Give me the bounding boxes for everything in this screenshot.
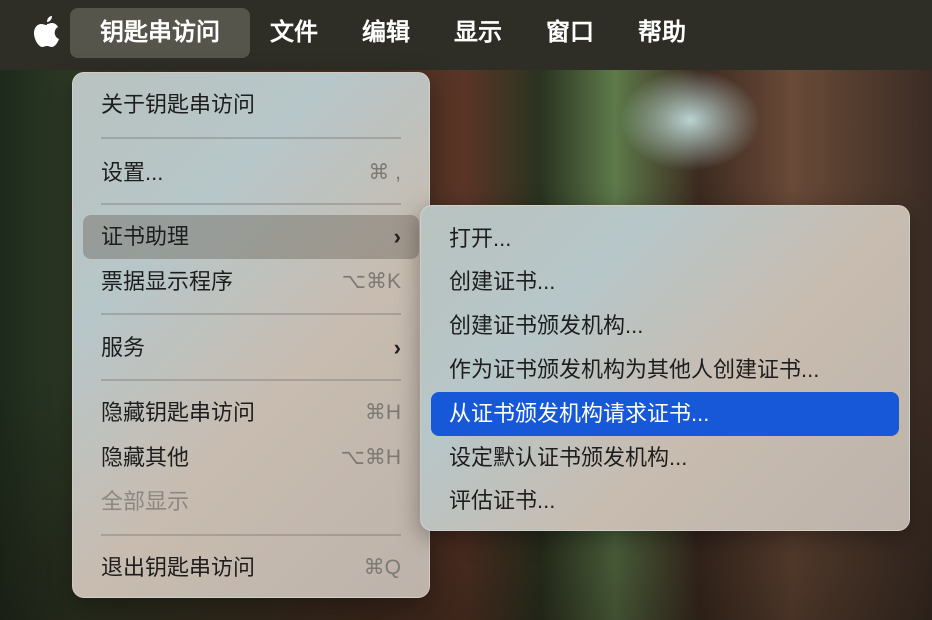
certificate-assistant-submenu: 打开... 创建证书... 创建证书颁发机构... 作为证书颁发机构为其他人创建… xyxy=(420,205,910,531)
submenu-item-evaluate[interactable]: 评估证书... xyxy=(431,479,899,523)
shortcut: ⌥⌘K xyxy=(341,270,401,293)
label: 退出钥匙串访问 xyxy=(101,555,256,580)
chevron-right-icon: › xyxy=(393,224,401,249)
menu-help[interactable]: 帮助 xyxy=(608,8,716,58)
submenu-item-request-from-ca[interactable]: 从证书颁发机构请求证书... xyxy=(431,392,899,436)
menu-bar: 钥匙串访问 文件 编辑 显示 窗口 帮助 xyxy=(0,0,932,70)
submenu-item-open[interactable]: 打开... xyxy=(431,217,899,261)
shortcut: ⌘ , xyxy=(368,161,401,184)
menu-item-services[interactable]: 服务 › xyxy=(83,326,419,370)
app-menu: 关于钥匙串访问 设置... ⌘ , 证书助理 › 票据显示程序 ⌥⌘K 服务 › 隐藏钥… xyxy=(72,72,430,598)
menu-item-show-all: 全部显示 xyxy=(83,480,419,524)
menu-item-settings[interactable]: 设置... ⌘ , xyxy=(83,151,419,195)
shortcut: ⌘Q xyxy=(363,556,401,579)
separator xyxy=(101,313,401,315)
submenu-item-create-ca[interactable]: 创建证书颁发机构... xyxy=(431,304,899,348)
label: 票据显示程序 xyxy=(101,269,234,294)
label: 隐藏钥匙串访问 xyxy=(101,400,256,425)
separator xyxy=(101,203,401,205)
apple-icon[interactable] xyxy=(32,14,62,50)
submenu-item-create-for-others[interactable]: 作为证书颁发机构为其他人创建证书... xyxy=(431,348,899,392)
submenu-item-set-default-ca[interactable]: 设定默认证书颁发机构... xyxy=(431,436,899,480)
menu-item-hide[interactable]: 隐藏钥匙串访问 ⌘H xyxy=(83,391,419,435)
label: 证书助理 xyxy=(101,224,190,249)
separator xyxy=(101,534,401,536)
label: 服务 xyxy=(101,335,146,360)
menu-item-ticket-viewer[interactable]: 票据显示程序 ⌥⌘K xyxy=(83,260,419,304)
menu-item-quit[interactable]: 退出钥匙串访问 ⌘Q xyxy=(83,546,419,590)
separator xyxy=(101,137,401,139)
label: 关于钥匙串访问 xyxy=(101,92,256,117)
chevron-right-icon: › xyxy=(393,335,401,360)
submenu-item-create-certificate[interactable]: 创建证书... xyxy=(431,260,899,304)
label: 全部显示 xyxy=(101,489,190,514)
menu-item-certificate-assistant[interactable]: 证书助理 › xyxy=(83,215,419,259)
menu-keychain-access[interactable]: 钥匙串访问 xyxy=(70,8,250,58)
menu-item-hide-others[interactable]: 隐藏其他 ⌥⌘H xyxy=(83,436,419,480)
shortcut: ⌥⌘H xyxy=(340,446,401,469)
label: 隐藏其他 xyxy=(101,445,190,470)
shortcut: ⌘H xyxy=(364,401,401,424)
label: 设置... xyxy=(101,160,164,185)
menu-item-about[interactable]: 关于钥匙串访问 xyxy=(83,83,419,127)
separator xyxy=(101,379,401,381)
